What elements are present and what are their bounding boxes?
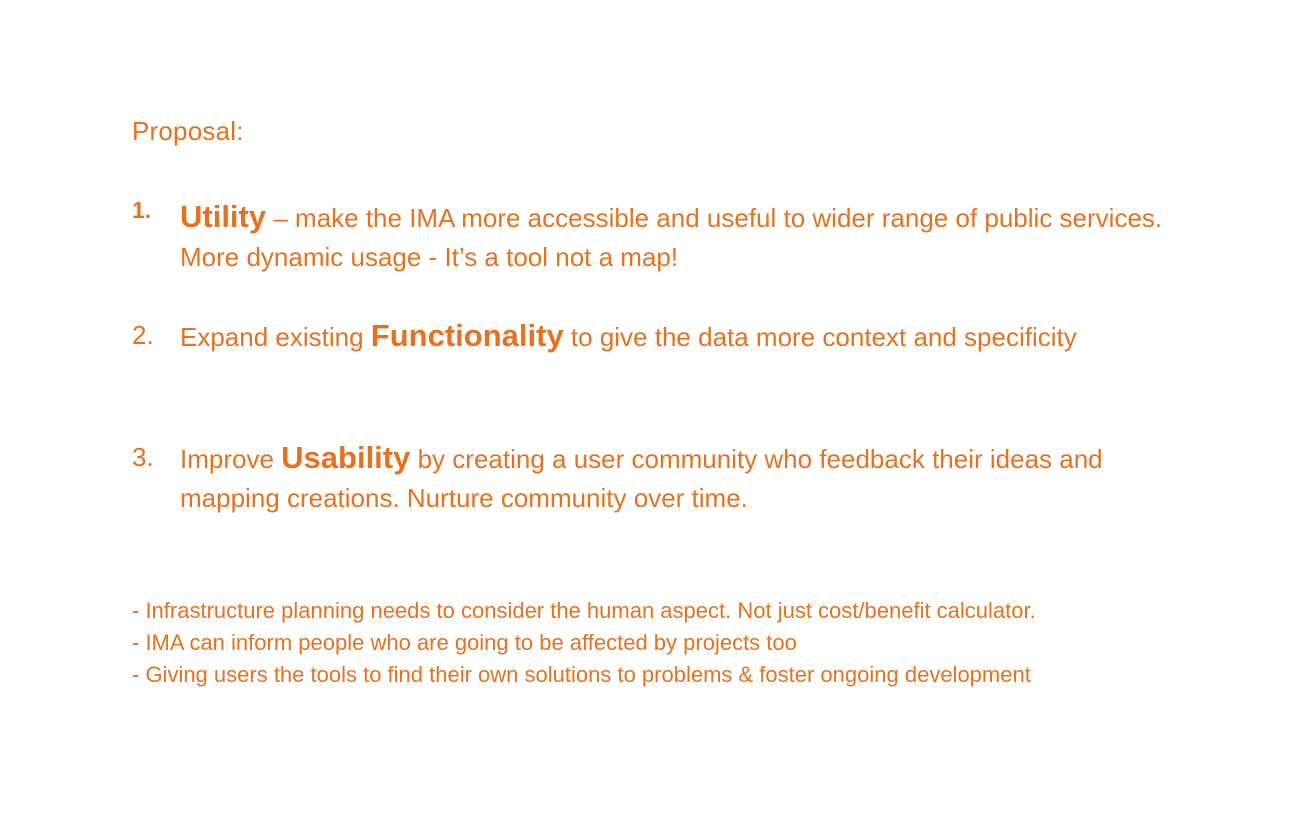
proposal-item-functionality: 2. Expand existing Functionality to give… xyxy=(132,316,1182,357)
item-number: 2. xyxy=(132,320,154,350)
note-line: - Infrastructure planning needs to consi… xyxy=(132,598,1036,623)
item-body: Improve Usability by creating a user com… xyxy=(180,438,1182,518)
item-body: Utility – make the IMA more accessible a… xyxy=(180,197,1182,277)
note-line: - Giving users the tools to find their o… xyxy=(132,662,1031,687)
item-text: to give the data more context and specif… xyxy=(563,322,1077,352)
item-keyword: Functionality xyxy=(370,318,564,353)
item-number: 3. xyxy=(132,442,154,472)
note-line: - IMA can inform people who are going to… xyxy=(132,630,797,655)
notes-list: - Infrastructure planning needs to consi… xyxy=(132,595,1252,691)
item-body: Expand existing Functionality to give th… xyxy=(180,316,1182,357)
item-number: 1. xyxy=(132,197,152,223)
slide: Proposal: 1. Utility – make the IMA more… xyxy=(0,0,1300,824)
slide-heading: Proposal: xyxy=(132,116,244,146)
item-text: – make the IMA more accessible and usefu… xyxy=(180,203,1163,272)
item-prefix: Expand existing xyxy=(180,322,371,352)
item-prefix: Improve xyxy=(180,444,282,474)
proposal-item-usability: 3. Improve Usability by creating a user … xyxy=(132,438,1182,518)
proposal-item-utility: 1. Utility – make the IMA more accessibl… xyxy=(132,197,1182,277)
item-keyword: Usability xyxy=(281,440,411,475)
item-keyword: Utility xyxy=(180,199,267,234)
